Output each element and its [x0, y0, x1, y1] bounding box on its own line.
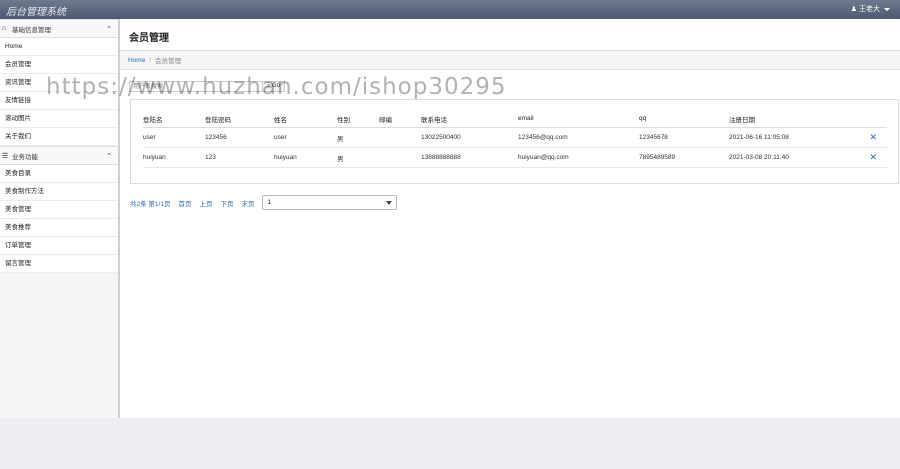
column-header: 联系电话	[421, 110, 518, 128]
go-button-label: Go	[272, 83, 281, 89]
column-header: 姓名	[274, 110, 337, 128]
sidebar-item-home[interactable]: Home	[0, 38, 118, 56]
sidebar-item-food-manage[interactable]: 美食管理	[0, 201, 118, 219]
page-title: 会员管理	[129, 33, 169, 44]
table-cell: huiyuan	[143, 147, 205, 168]
breadcrumb-separator: /	[149, 56, 152, 64]
table-cell: 123	[205, 147, 274, 168]
table-cell: 7895489589	[639, 147, 729, 168]
last-page-link[interactable]: 末页	[241, 198, 254, 208]
table-cell: huiyuan	[274, 147, 337, 168]
table-cell: 123456	[205, 127, 274, 148]
page-select-value: 1	[267, 199, 272, 206]
breadcrumb-current: 会员管理	[155, 58, 182, 65]
first-page-link[interactable]: 首页	[178, 198, 191, 208]
breadcrumb-home-link[interactable]: Home	[128, 57, 145, 64]
main-content: 会员管理 Home / 会员管理 ⌕ Go 登陆名 登陆密码 姓名 性别	[120, 19, 900, 418]
search-input[interactable]	[129, 81, 263, 92]
column-header: 登陆名	[143, 110, 205, 128]
top-bar: 后台管理系统 ♟ 王老大	[0, 0, 900, 19]
table-cell	[379, 127, 421, 148]
delete-icon[interactable]: ✕	[857, 127, 887, 148]
table-cell: 123456@qq.com	[518, 127, 639, 148]
user-name: 王老大	[859, 6, 880, 13]
pagination-summary: 共2条 第1/1页	[130, 200, 171, 208]
sidebar-item-messages[interactable]: 留言管理	[0, 255, 118, 273]
prev-page-link[interactable]: 上页	[199, 198, 212, 208]
table-cell: 2021-03-08 20:11:40	[729, 147, 857, 168]
table-cell: huiyuan@qq.com	[518, 147, 639, 168]
column-header: 邮编	[379, 110, 421, 128]
chevron-down-icon	[386, 200, 393, 205]
delete-icon[interactable]: ✕	[857, 147, 887, 168]
table-cell: 13888888888	[421, 147, 518, 168]
sidebar-item-about[interactable]: 关于我们	[0, 128, 118, 146]
home-icon: ⌂	[2, 25, 7, 32]
sidebar-item-recipes[interactable]: 美食制作方法	[0, 183, 118, 201]
sidebar: ⌂ 基础信息管理 ⌃ Home 会员管理 资讯管理 友情链接 滚动图片 关于我们…	[0, 19, 120, 418]
column-header: email	[518, 110, 639, 128]
menu-group-basic[interactable]: ⌂ 基础信息管理 ⌃	[0, 19, 118, 38]
menu-group-business[interactable]: ☰ 业务功能 ⌃	[0, 146, 118, 165]
column-header: qq	[639, 110, 729, 128]
menu-group-label: 业务功能	[12, 153, 38, 161]
chevron-up-icon: ⌃	[106, 25, 112, 33]
page-footer-background	[0, 418, 900, 469]
sidebar-item-links[interactable]: 友情链接	[0, 92, 118, 110]
table-cell: 男	[337, 127, 379, 148]
next-page-link[interactable]: 下页	[220, 198, 233, 208]
search-bar: ⌕ Go	[129, 81, 286, 92]
member-table-panel: 登陆名 登陆密码 姓名 性别 邮编 联系电话 email qq 注册日期 use…	[130, 99, 899, 184]
caret-down-icon	[884, 7, 890, 11]
table-row: user 123456 user 男 13022500400 123456@qq…	[143, 127, 887, 148]
user-menu[interactable]: ♟ 王老大	[851, 4, 890, 14]
list-icon: ☰	[2, 152, 9, 160]
sidebar-item-recommend[interactable]: 美食推荐	[0, 219, 118, 237]
sidebar-item-slides[interactable]: 滚动图片	[0, 110, 118, 128]
table-cell: 2021-06-16 11:05:08	[729, 127, 857, 148]
table-header-row: 登陆名 登陆密码 姓名 性别 邮编 联系电话 email qq 注册日期	[143, 110, 887, 128]
column-header: 登陆密码	[205, 110, 274, 128]
user-icon: ♟	[850, 6, 857, 13]
table-row: huiyuan 123 huiyuan 男 13888888888 huiyua…	[143, 147, 887, 168]
sidebar-item-food-catalog[interactable]: 美食目录	[0, 165, 118, 183]
sidebar-item-orders[interactable]: 订单管理	[0, 237, 118, 255]
pagination: 共2条 第1/1页 首页 上页 下页 末页 1	[130, 195, 398, 210]
go-button[interactable]: ⌕ Go	[263, 81, 286, 92]
menu-group-label: 基础信息管理	[12, 26, 51, 34]
member-table: 登陆名 登陆密码 姓名 性别 邮编 联系电话 email qq 注册日期 use…	[143, 110, 887, 168]
table-cell: user	[274, 127, 337, 148]
chevron-up-icon: ⌃	[106, 152, 112, 160]
table-cell: user	[143, 127, 205, 148]
page-select[interactable]: 1	[262, 195, 398, 210]
sidebar-item-members[interactable]: 会员管理	[0, 56, 118, 74]
sidebar-item-news[interactable]: 资讯管理	[0, 74, 118, 92]
app-title: 后台管理系统	[6, 7, 66, 18]
table-cell	[379, 147, 421, 168]
column-header: 性别	[337, 110, 379, 128]
table-cell: 12345678	[639, 127, 729, 148]
column-header: 注册日期	[729, 110, 857, 128]
table-cell: 男	[337, 147, 379, 168]
breadcrumb: Home / 会员管理	[120, 51, 900, 70]
table-cell: 13022500400	[421, 127, 518, 148]
column-header-actions	[857, 110, 887, 128]
search-icon: ⌕	[267, 83, 271, 89]
